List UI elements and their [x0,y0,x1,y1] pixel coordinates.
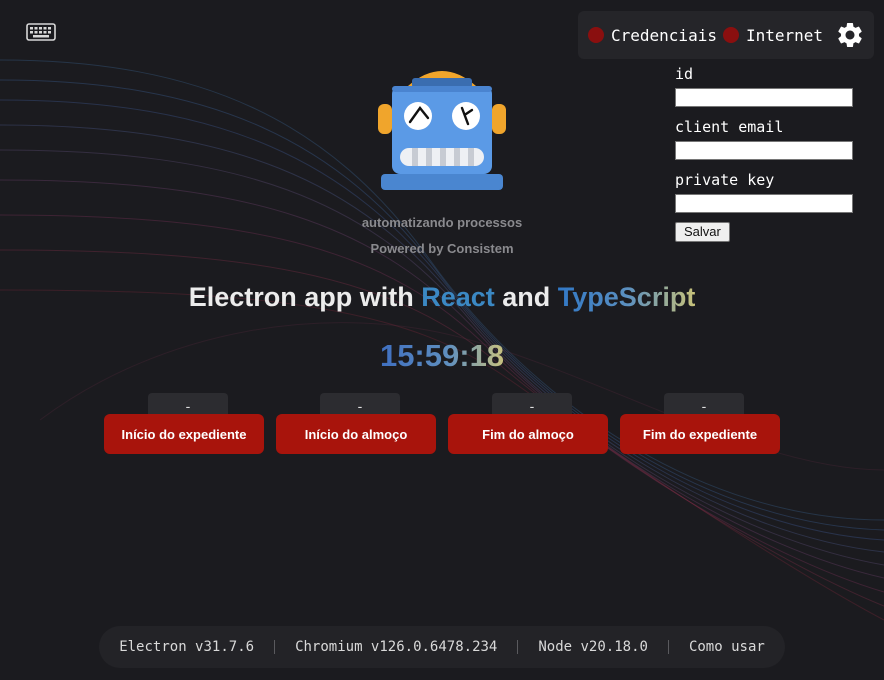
divider [517,640,519,654]
divider [667,640,669,654]
end-lunch-button[interactable]: Fim do almoço [448,414,608,454]
start-lunch-button[interactable]: Início do almoço [276,414,436,454]
start-workday-button[interactable]: Início do expediente [104,414,264,454]
client-email-label: client email [675,118,784,136]
gear-icon[interactable] [835,20,865,50]
credentials-status-dot [588,27,604,43]
id-input[interactable] [675,88,853,107]
action-start-workday: - Início do expediente [104,393,264,454]
end-workday-button[interactable]: Fim do expediente [620,414,780,454]
title-react: React [421,282,495,312]
robot-logo [378,71,506,190]
private-key-label: private key [675,171,775,189]
time-actions: - Início do expediente - Início do almoç… [104,393,784,455]
brand-tagline: automatizando processos [361,215,523,230]
electron-version: Electron v31.7.6 [119,639,255,655]
internet-status-dot [722,27,739,43]
title-prefix: Electron app with [188,282,422,312]
action-start-lunch: - Início do almoço [276,393,436,454]
clock-time: 15:59:18 [379,338,505,373]
versions-bar: Electron v31.7.6 Chromium v126.0.6478.23… [99,626,785,668]
title-typescript: TypeScript [557,282,696,312]
app-window: Credenciais Internet id client email pri… [0,0,884,680]
title-and: and [494,282,558,312]
internet-status-label: Internet [745,25,824,45]
powered-by: Powered by Consistem [370,241,514,256]
page-title: Electron app with React and TypeScript [0,282,884,313]
node-version: Node v20.18.0 [538,639,648,655]
credentials-status-label: Credenciais [611,25,717,45]
private-key-input[interactable] [675,194,853,213]
credentials-status: Credenciais [588,26,717,45]
chromium-version: Chromium v126.0.6478.234 [295,639,498,655]
action-end-workday: - Fim do expediente [620,393,780,454]
status-panel: Credenciais Internet [578,11,874,59]
divider [274,640,276,654]
id-label: id [675,65,694,83]
clock: 15:59:18 [0,338,884,374]
client-email-input[interactable] [675,141,853,160]
how-to-use-link[interactable]: Como usar [689,639,765,655]
internet-status: Internet [722,25,824,45]
action-end-lunch: - Fim do almoço [448,393,608,454]
keyboard-icon[interactable] [26,22,56,42]
